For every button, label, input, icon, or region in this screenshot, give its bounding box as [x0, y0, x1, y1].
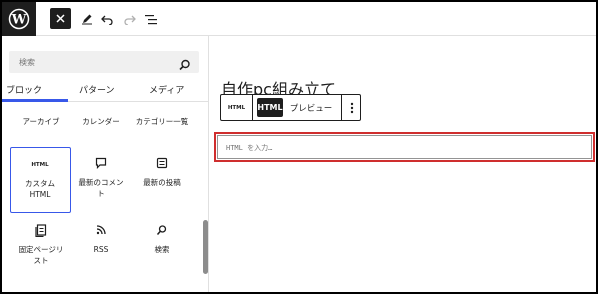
block-label: 検索: [154, 245, 170, 254]
search-icon[interactable]: [179, 56, 191, 71]
editor-canvas: 自作pc組み立て HTML HTML プレビュー: [210, 36, 596, 292]
block-item-calendar[interactable]: カレンダー: [70, 116, 132, 127]
editor-window: W ブロック パターン メディア: [0, 0, 598, 294]
svg-text:W: W: [11, 13, 27, 28]
close-icon[interactable]: [50, 8, 71, 29]
block-item-custom-html[interactable]: HTML カスタム HTML: [10, 147, 71, 213]
block-inserter-panel: ブロック パターン メディア アーカイブ カレンダー カテゴリー一覧 HTML …: [2, 36, 209, 292]
block-label: カスタム HTML: [25, 179, 55, 199]
search-box: [9, 51, 199, 73]
block-item-archive[interactable]: アーカイブ: [10, 116, 72, 127]
block-label: 最新の投稿: [143, 178, 181, 187]
inserter-tabs: ブロック パターン メディア: [2, 80, 208, 102]
preview-tab-button[interactable]: プレビュー: [285, 98, 337, 117]
active-tab-indicator: [2, 99, 68, 102]
list-view-icon[interactable]: [142, 10, 160, 28]
redo-icon[interactable]: [120, 10, 138, 28]
rss-icon: [70, 224, 132, 238]
wordpress-icon[interactable]: W: [2, 2, 36, 36]
block-item-categories[interactable]: カテゴリー一覧: [130, 116, 194, 127]
block-label: 固定ページリスト: [18, 245, 64, 265]
block-label: RSS: [93, 245, 109, 254]
edit-pen-icon[interactable]: [78, 10, 96, 28]
top-toolbar: W: [2, 2, 596, 36]
html-tab-button[interactable]: HTML: [257, 98, 283, 117]
search-icon: [130, 224, 194, 238]
block-label: アーカイブ: [22, 117, 60, 126]
comment-icon: [70, 157, 132, 171]
block-label: 最新のコメント: [78, 178, 124, 198]
block-label: カレンダー: [82, 117, 120, 126]
posts-icon: [130, 157, 194, 171]
undo-icon[interactable]: [98, 10, 116, 28]
html-icon[interactable]: HTML: [221, 95, 253, 120]
html-input[interactable]: [217, 135, 592, 159]
html-icon: HTML: [31, 162, 49, 168]
block-item-search[interactable]: 検索: [130, 224, 194, 255]
block-item-content: HTML カスタム HTML: [11, 158, 69, 200]
block-item-page-list[interactable]: 固定ページリスト: [10, 224, 72, 266]
pages-icon: [10, 224, 72, 238]
custom-html-block: [214, 132, 595, 162]
block-item-rss[interactable]: RSS: [70, 224, 132, 255]
tab-media[interactable]: メディア: [149, 83, 184, 102]
block-label: カテゴリー一覧: [135, 117, 189, 126]
block-item-latest-posts[interactable]: 最新の投稿: [130, 157, 194, 188]
block-grid: アーカイブ カレンダー カテゴリー一覧 HTML カスタム HTML 最新のコメ…: [2, 106, 208, 292]
block-toolbar: HTML HTML プレビュー: [220, 94, 361, 121]
block-item-latest-comments[interactable]: 最新のコメント: [70, 157, 132, 199]
more-vertical-icon[interactable]: [342, 95, 361, 120]
panel-scrollbar[interactable]: [203, 220, 208, 274]
search-input[interactable]: [9, 51, 169, 73]
tab-patterns[interactable]: パターン: [79, 83, 115, 102]
